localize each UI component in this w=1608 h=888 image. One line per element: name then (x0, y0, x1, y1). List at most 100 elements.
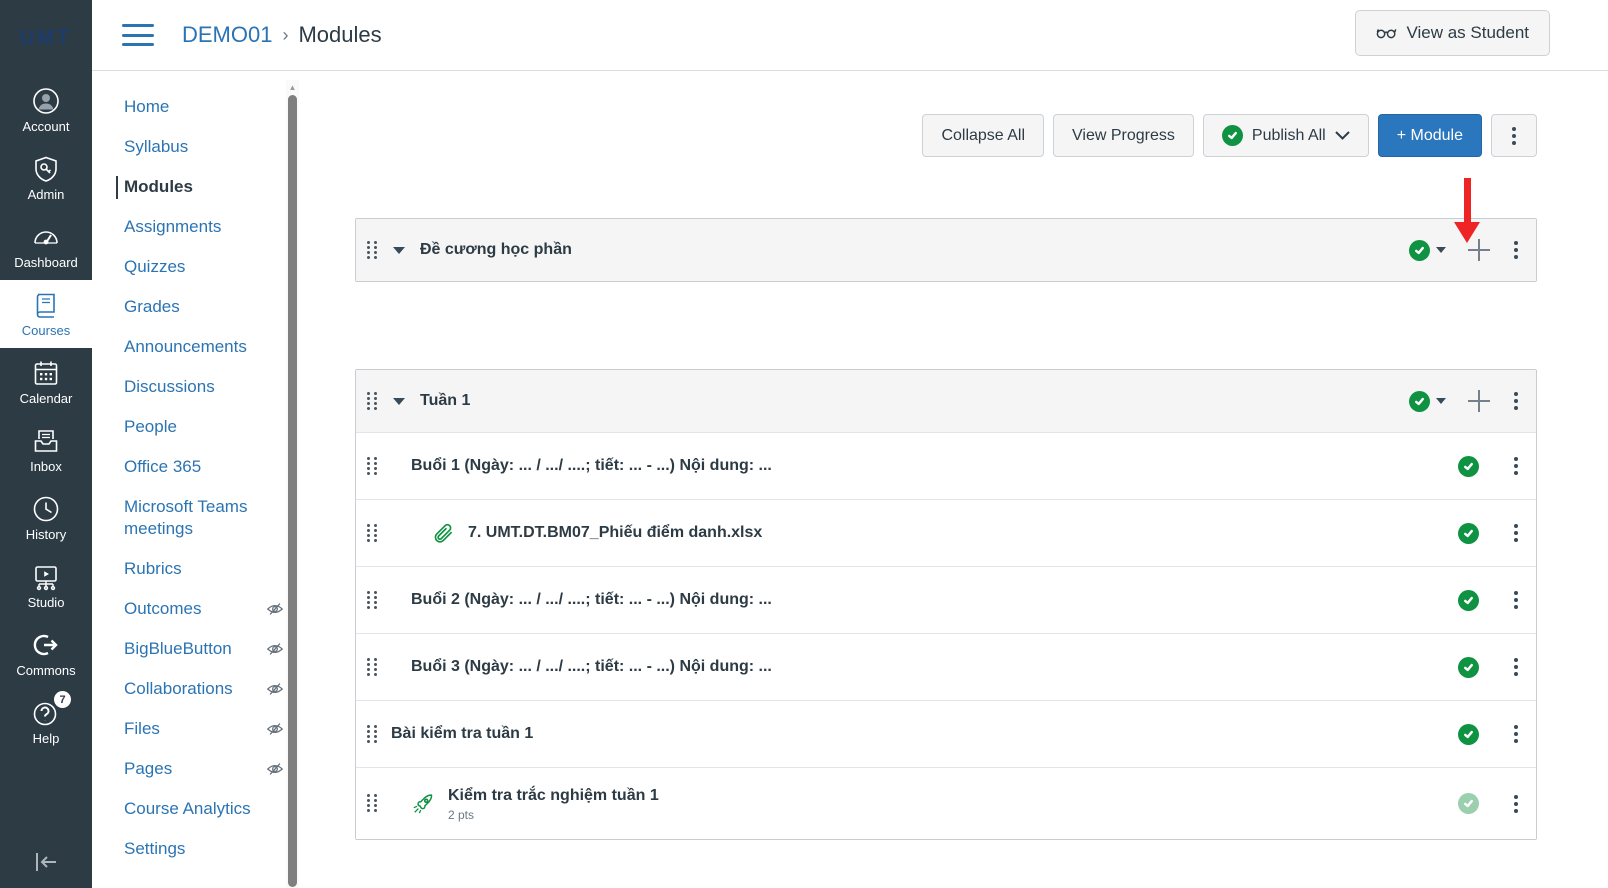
module-items: Buổi 1 (Ngày: ... / .../ ....; tiết: ...… (356, 432, 1536, 839)
course-nav-link-home[interactable]: Home (124, 96, 169, 118)
course-nav-link-modules[interactable]: Modules (124, 176, 193, 198)
course-nav-link-rubrics[interactable]: Rubrics (124, 558, 182, 580)
global-nav-item-history[interactable]: History (0, 484, 92, 552)
module-kebab-button[interactable] (1514, 392, 1518, 410)
course-nav-link-announcements[interactable]: Announcements (124, 336, 247, 358)
item-points: 2 pts (448, 807, 475, 822)
item-published-check-icon[interactable] (1458, 793, 1479, 814)
item-published-check-icon[interactable] (1458, 455, 1479, 477)
item-title[interactable]: Kiểm tra trắc nghiệm tuần 1 (448, 786, 659, 806)
global-nav-label: Commons (16, 663, 76, 678)
global-nav-item-admin[interactable]: Admin (0, 144, 92, 212)
item-published-check-icon[interactable] (1458, 656, 1479, 678)
course-nav-link-course-analytics[interactable]: Course Analytics (124, 798, 251, 820)
course-nav-link-quizzes[interactable]: Quizzes (124, 256, 185, 278)
module-1: Đề cương học phần (355, 178, 1537, 282)
module-header: Đề cương học phần (356, 178, 1536, 281)
item-kebab-button[interactable] (1514, 457, 1518, 475)
account-icon (31, 86, 61, 116)
global-nav-label: Calendar (19, 391, 73, 406)
publish-all-button[interactable]: Publish All (1202, 114, 1369, 157)
breadcrumb: DEMO01 › Modules (182, 22, 382, 48)
scrollbar-up-arrow-icon[interactable]: ▲ (286, 80, 299, 94)
course-nav-link-settings[interactable]: Settings (124, 838, 185, 860)
inbox-icon (31, 426, 61, 456)
view-as-student-button[interactable]: View as Student (1355, 10, 1550, 56)
item-kebab-button[interactable] (1514, 725, 1518, 743)
drag-handle-icon[interactable] (367, 724, 379, 744)
drag-handle-icon[interactable] (367, 657, 379, 677)
drag-handle-icon[interactable] (367, 523, 379, 543)
global-nav-label: Courses (21, 323, 71, 338)
item-kebab-button[interactable] (1514, 658, 1518, 676)
module-kebab-button[interactable] (1514, 241, 1518, 259)
course-nav-item: Office 365 (124, 456, 284, 479)
course-nav-link-discussions[interactable]: Discussions (124, 376, 215, 398)
item-kebab-button[interactable] (1514, 524, 1518, 542)
item-kebab-button[interactable] (1514, 591, 1518, 609)
module-publish-menu[interactable] (1409, 390, 1446, 412)
rocket-icon (411, 792, 435, 816)
drag-handle-icon[interactable] (367, 391, 379, 411)
item-title[interactable]: Buổi 2 (Ngày: ... / .../ ....; tiết: ...… (411, 590, 772, 610)
drag-handle-icon[interactable] (367, 456, 379, 476)
hamburger-menu-icon[interactable] (122, 24, 154, 46)
module-collapse-icon[interactable] (393, 246, 405, 254)
course-nav-link-microsoft-teams-meetings[interactable]: Microsoft Teams meetings (124, 496, 284, 541)
collapse-all-button[interactable]: Collapse All (922, 114, 1045, 157)
module-publish-menu[interactable] (1409, 239, 1446, 261)
module-collapse-icon[interactable] (393, 397, 405, 405)
course-nav-link-office-365[interactable]: Office 365 (124, 456, 201, 478)
hidden-eye-slash-icon (266, 760, 284, 778)
item-title[interactable]: Bài kiểm tra tuần 1 (391, 724, 533, 744)
item-published-check-icon[interactable] (1458, 522, 1479, 544)
calendar-icon (31, 358, 61, 388)
global-nav-item-dashboard[interactable]: Dashboard (0, 212, 92, 280)
course-nav-link-collaborations[interactable]: Collaborations (124, 678, 233, 700)
add-item-button[interactable] (1468, 390, 1490, 412)
add-module-button[interactable]: + Module (1377, 114, 1482, 157)
course-nav-link-pages[interactable]: Pages (124, 758, 172, 780)
drag-handle-icon[interactable] (367, 794, 379, 813)
course-nav-link-outcomes[interactable]: Outcomes (124, 598, 201, 620)
drag-handle-icon[interactable] (367, 590, 379, 610)
item-title[interactable]: Buổi 1 (Ngày: ... / .../ ....; tiết: ...… (411, 456, 772, 476)
global-nav-item-inbox[interactable]: Inbox (0, 416, 92, 484)
item-published-check-icon[interactable] (1458, 723, 1479, 745)
global-nav-item-account[interactable]: Account (0, 76, 92, 144)
drag-handle-icon[interactable] (367, 240, 379, 260)
breadcrumb-separator: › (282, 24, 289, 45)
item-title[interactable]: Buổi 3 (Ngày: ... / .../ ....; tiết: ...… (411, 657, 772, 677)
global-nav-item-studio[interactable]: Studio (0, 552, 92, 620)
course-nav-item: Grades (124, 296, 284, 319)
collapse-all-label: Collapse All (941, 126, 1026, 144)
global-nav-item-commons[interactable]: Commons (0, 620, 92, 688)
course-nav-link-assignments[interactable]: Assignments (124, 216, 221, 238)
course-nav-link-syllabus[interactable]: Syllabus (124, 136, 188, 158)
studio-icon (31, 562, 61, 592)
course-nav-item: People (124, 416, 284, 439)
course-nav-scrollbar[interactable]: ▲ (286, 80, 299, 888)
scrollbar-thumb[interactable] (288, 95, 297, 887)
toolbar-kebab-button[interactable] (1491, 114, 1537, 157)
breadcrumb-page: Modules (298, 22, 382, 47)
page-header: DEMO01 › Modules View as Student (92, 0, 1608, 71)
breadcrumb-course-link[interactable]: DEMO01 (182, 22, 272, 48)
global-nav-item-help[interactable]: 7 Help (0, 688, 92, 756)
course-nav-link-files[interactable]: Files (124, 718, 160, 740)
collapse-global-nav-button[interactable] (0, 850, 92, 874)
course-nav-link-bigbluebutton[interactable]: BigBlueButton (124, 638, 232, 660)
add-item-button[interactable] (1468, 239, 1490, 261)
global-nav-label: History (25, 527, 67, 542)
course-nav-link-people[interactable]: People (124, 416, 177, 438)
hidden-eye-slash-icon (266, 720, 284, 738)
item-published-check-icon[interactable] (1458, 589, 1479, 611)
global-nav-item-calendar[interactable]: Calendar (0, 348, 92, 416)
view-progress-button[interactable]: View Progress (1053, 114, 1194, 157)
course-nav-link-grades[interactable]: Grades (124, 296, 180, 318)
item-title[interactable]: 7. UMT.DT.BM07_Phiếu điểm danh.xlsx (468, 523, 762, 543)
global-nav-item-courses[interactable]: Courses (0, 280, 92, 348)
umt-logo[interactable]: UMT (0, 0, 92, 76)
course-nav-item: Settings (124, 838, 284, 861)
item-kebab-button[interactable] (1514, 794, 1518, 813)
